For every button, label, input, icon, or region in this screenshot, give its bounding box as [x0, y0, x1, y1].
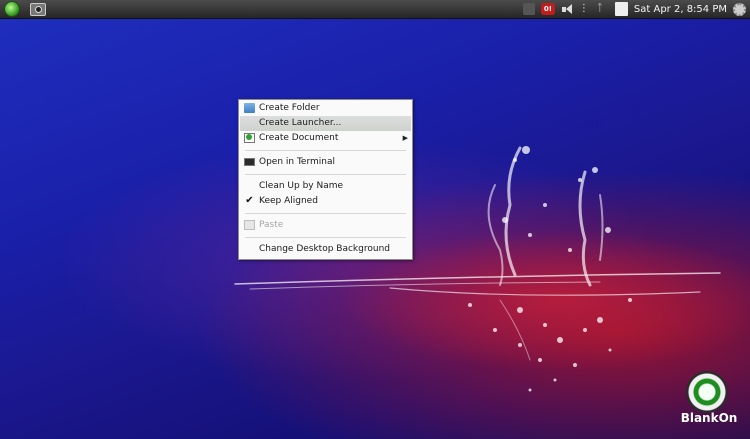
user-icon[interactable]: [614, 2, 628, 16]
menu-item-create-launcher[interactable]: Create Launcher...: [240, 116, 411, 131]
power-icon[interactable]: [522, 3, 535, 15]
clock[interactable]: Sat Apr 2, 8:54 PM: [634, 4, 727, 15]
menu-item-change-background[interactable]: Change Desktop Background: [240, 242, 411, 257]
menu-item-label: Create Launcher...: [259, 118, 342, 128]
logo-text: BlankOn: [680, 411, 738, 425]
menu-item-create-document[interactable]: Create Document ▶: [240, 131, 411, 146]
submenu-arrow-icon: ▶: [402, 134, 408, 142]
menu-item-label: Open in Terminal: [259, 157, 335, 167]
menu-item-label: Create Document: [259, 133, 339, 143]
menu-item-open-terminal[interactable]: Open in Terminal: [240, 155, 411, 170]
camera-icon[interactable]: [30, 2, 46, 16]
menu-item-label: Keep Aligned: [259, 196, 318, 206]
menu-item-clean-up[interactable]: Clean Up by Name: [240, 179, 411, 194]
panel-right: 0! ⋮ ᛏ Sat Apr 2, 8:54 PM: [522, 1, 746, 17]
network-icon[interactable]: ⋮: [579, 3, 591, 15]
paste-icon: [244, 220, 255, 230]
menu-item-paste[interactable]: Paste: [240, 218, 411, 233]
panel-left: [4, 1, 46, 17]
folder-icon: [244, 103, 255, 113]
main-menu-icon[interactable]: [4, 1, 20, 17]
volume-icon[interactable]: [561, 3, 573, 15]
blankon-logo-icon: [686, 371, 728, 413]
menu-item-label: Change Desktop Background: [259, 244, 390, 254]
check-icon: ✔: [245, 195, 254, 206]
gear-icon[interactable]: [733, 2, 746, 16]
antenna-icon[interactable]: ᛏ: [597, 3, 609, 15]
menu-item-create-folder[interactable]: Create Folder: [240, 101, 411, 116]
terminal-icon: [244, 158, 255, 166]
menu-separator: [245, 213, 406, 214]
menu-separator: [245, 150, 406, 151]
menu-item-label: Clean Up by Name: [259, 181, 344, 191]
update-notifier-icon[interactable]: 0!: [540, 3, 555, 15]
menu-item-label: Create Folder: [259, 103, 320, 113]
top-panel: 0! ⋮ ᛏ Sat Apr 2, 8:54 PM: [0, 0, 750, 19]
menu-separator: [245, 237, 406, 238]
menu-separator: [245, 174, 406, 175]
desktop-context-menu: Create Folder Create Launcher... Create …: [238, 99, 413, 260]
menu-item-label: Paste: [259, 220, 284, 230]
document-icon: [244, 133, 255, 143]
menu-item-keep-aligned[interactable]: ✔ Keep Aligned: [240, 194, 411, 209]
